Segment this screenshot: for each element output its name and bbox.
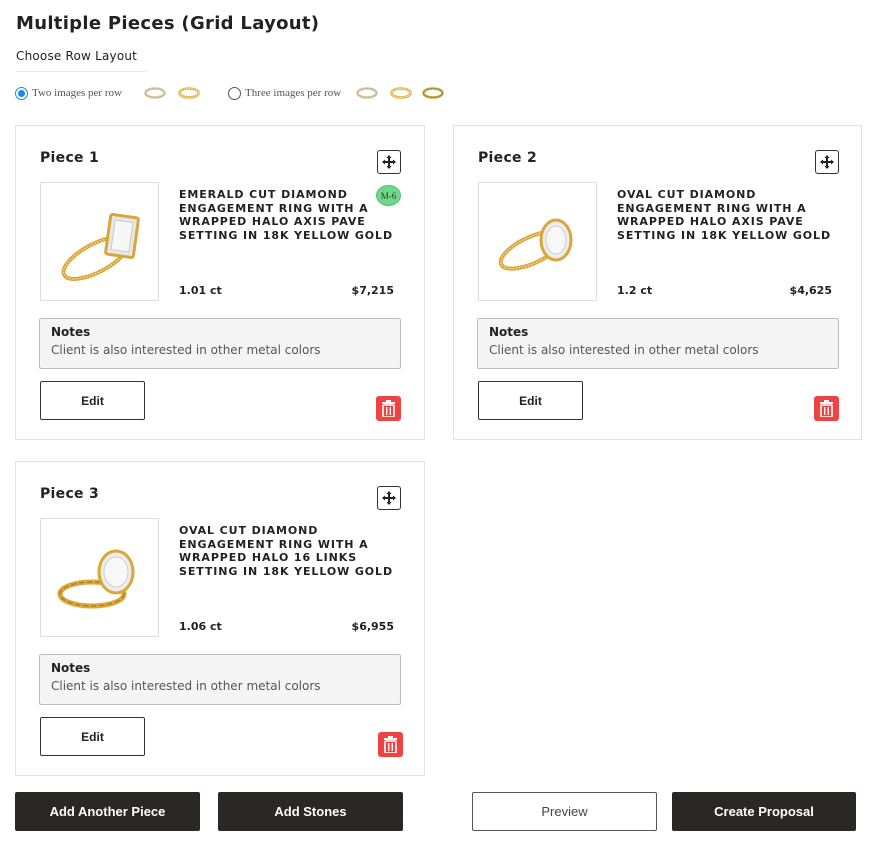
piece-card: Piece 1 EMERALD CUT DIAMOND ENGAGEMENT R…	[15, 125, 425, 440]
oval-cut-ring-image	[478, 182, 597, 301]
product-name: EMERALD CUT DIAMOND ENGAGEMENT RING WITH…	[179, 188, 393, 242]
oval-link-ring-image	[40, 518, 159, 637]
ring-thumb-icon	[390, 87, 412, 99]
ring-thumb-icon	[422, 87, 444, 99]
piece-card: Piece 3 OVAL CUT DIAMOND ENGAGEMENT RING…	[15, 461, 425, 776]
radio-two-per-row[interactable]	[15, 86, 28, 100]
notes-text: Client is also interested in other metal…	[51, 679, 321, 693]
create-proposal-button[interactable]: Create Proposal	[672, 792, 856, 831]
carat-weight: 1.06 ct	[179, 620, 222, 633]
move-icon[interactable]	[377, 486, 401, 510]
ring-thumb-icon	[178, 87, 200, 99]
edit-button[interactable]: Edit	[40, 381, 145, 420]
ring-thumb-icon	[144, 87, 166, 99]
price: $4,625	[789, 284, 832, 297]
trash-icon[interactable]	[378, 732, 403, 757]
add-stones-button[interactable]: Add Stones	[218, 792, 403, 831]
notes-box: Notes Client is also interested in other…	[39, 318, 401, 369]
edit-button[interactable]: Edit	[40, 717, 145, 756]
move-icon[interactable]	[377, 150, 401, 174]
layout-option-label: Two images per row	[32, 87, 122, 99]
piece-title: Piece 2	[478, 150, 538, 166]
preview-button[interactable]: Preview	[472, 792, 657, 831]
price: $7,215	[351, 284, 394, 297]
piece-title: Piece 1	[40, 150, 100, 166]
notes-box: Notes Client is also interested in other…	[477, 318, 839, 369]
notes-text: Client is also interested in other metal…	[51, 343, 321, 357]
row-layout-label: Choose Row Layout	[16, 49, 138, 63]
page-title: Multiple Pieces (Grid Layout)	[16, 13, 320, 34]
layout-option-two-per-row[interactable]: Two images per row	[15, 86, 122, 100]
carat-weight: 1.01 ct	[179, 284, 222, 297]
price: $6,955	[351, 620, 394, 633]
notes-box: Notes Client is also interested in other…	[39, 654, 401, 705]
carat-weight: 1.2 ct	[617, 284, 653, 297]
stone-badge: M-6	[376, 185, 401, 206]
trash-icon[interactable]	[376, 396, 401, 421]
layout-option-label: Three images per row	[245, 87, 342, 99]
notes-text: Client is also interested in other metal…	[489, 343, 759, 357]
product-name: OVAL CUT DIAMOND ENGAGEMENT RING WITH A …	[179, 524, 393, 578]
product-name: OVAL CUT DIAMOND ENGAGEMENT RING WITH A …	[617, 188, 831, 242]
edit-button[interactable]: Edit	[478, 381, 583, 420]
add-another-piece-button[interactable]: Add Another Piece	[15, 792, 200, 831]
move-icon[interactable]	[815, 150, 839, 174]
emerald-cut-ring-image	[40, 182, 159, 301]
piece-title: Piece 3	[40, 486, 100, 502]
radio-three-per-row[interactable]	[228, 86, 241, 100]
trash-icon[interactable]	[814, 396, 839, 421]
layout-option-three-per-row[interactable]: Three images per row	[228, 86, 341, 100]
ring-thumb-icon	[356, 87, 378, 99]
notes-label: Notes	[51, 661, 91, 675]
notes-label: Notes	[489, 325, 529, 339]
divider	[16, 71, 146, 72]
piece-card: Piece 2 OVAL CUT DIAMOND ENGAGEMENT RING…	[453, 125, 862, 440]
notes-label: Notes	[51, 325, 91, 339]
